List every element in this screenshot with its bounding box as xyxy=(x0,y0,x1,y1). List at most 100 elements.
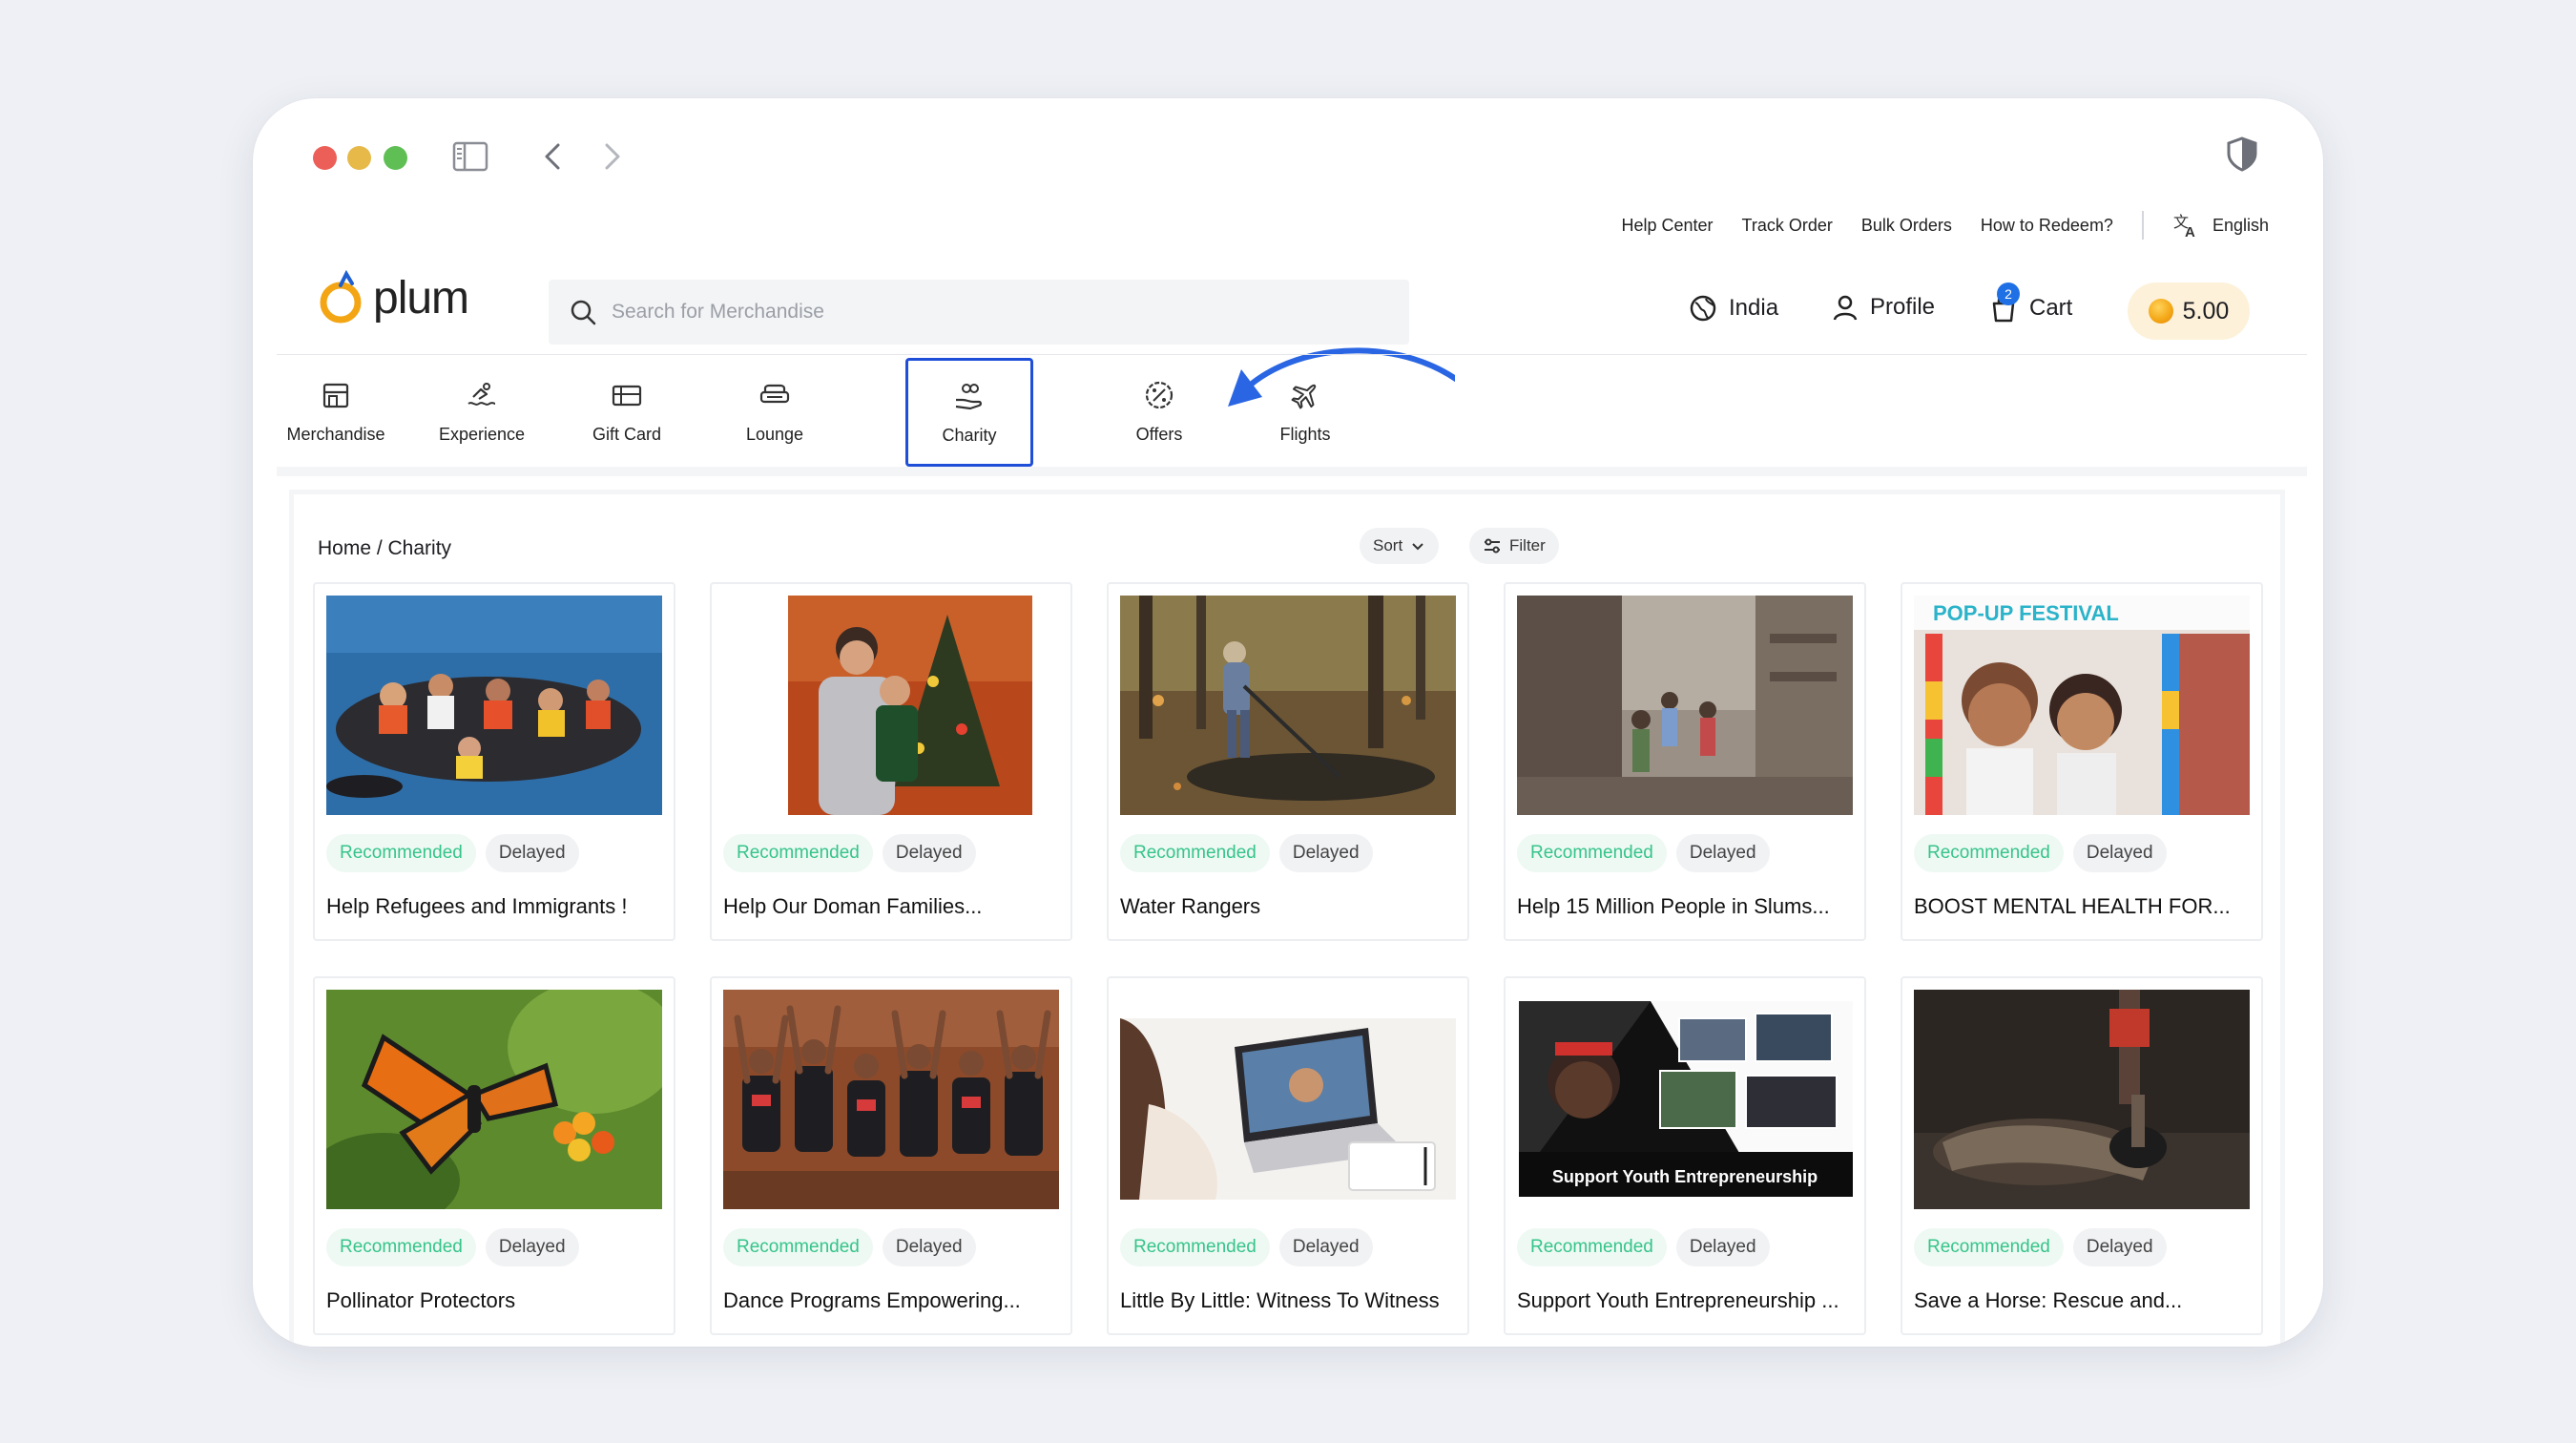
delayed-tag: Delayed xyxy=(485,834,579,872)
tag-group: Recommended Delayed xyxy=(1517,1228,1770,1266)
profile-label: Profile xyxy=(1870,294,1936,320)
tag-group: Recommended Delayed xyxy=(1914,1228,2167,1266)
collage-caption: Support Youth Entrepreneurship xyxy=(1552,1167,1818,1186)
tab-flights[interactable]: Flights xyxy=(1241,358,1369,465)
plane-icon xyxy=(1291,384,1317,408)
kids-dance-photo xyxy=(723,990,1059,1209)
product-title: Water Rangers xyxy=(1120,894,1261,918)
recommended-tag: Recommended xyxy=(723,1228,873,1266)
product-title: Dance Programs Empowering... xyxy=(723,1288,1021,1312)
product-card[interactable]: POP-UP FESTIVAL Recommended Delayed BOOS… xyxy=(1901,582,2263,941)
product-title: Save a Horse: Rescue and... xyxy=(1914,1288,2183,1312)
coin-amount: 5.00 xyxy=(2182,297,2230,324)
cart-icon-wrap: 2 xyxy=(1989,282,2020,323)
youth-entrepreneurship-collage: Support Youth Entrepreneurship xyxy=(1517,990,1853,1209)
gift-card-icon xyxy=(612,385,642,406)
product-card[interactable]: Recommended Delayed Save a Horse: Rescue… xyxy=(1901,976,2263,1335)
tab-label: Lounge xyxy=(745,424,804,444)
back-arrow-icon[interactable] xyxy=(534,137,572,176)
delayed-tag: Delayed xyxy=(2072,834,2167,872)
delayed-tag: Delayed xyxy=(485,1228,579,1266)
product-card[interactable]: Recommended Delayed Dance Programs Empow… xyxy=(710,976,1072,1335)
minimize-window-button[interactable] xyxy=(347,146,371,170)
plum-logo[interactable]: plum xyxy=(318,270,469,325)
country-label: India xyxy=(1729,295,1779,321)
top-links: Help Center Track Order Bulk Orders How … xyxy=(1621,211,2269,240)
product-card[interactable]: Recommended Delayed Pollinator Protector… xyxy=(313,976,675,1335)
tab-lounge[interactable]: Lounge xyxy=(711,358,839,465)
maximize-window-button[interactable] xyxy=(384,146,407,170)
product-panel: Home / Charity Sort Filter Recommended D… xyxy=(294,494,2280,1347)
logo-text: plum xyxy=(373,272,469,324)
product-card[interactable]: Recommended Delayed Help Our Doman Famil… xyxy=(710,582,1072,941)
chevron-down-icon xyxy=(1412,543,1423,551)
product-title: Little By Little: Witness To Witness xyxy=(1120,1288,1440,1312)
product-title: Help 15 Million People in Slums... xyxy=(1517,894,1830,918)
browser-window: Help Center Track Order Bulk Orders How … xyxy=(253,98,2323,1347)
delayed-tag: Delayed xyxy=(1278,834,1373,872)
tabs-divider xyxy=(277,467,2307,476)
delayed-tag: Delayed xyxy=(882,1228,976,1266)
close-window-button[interactable] xyxy=(313,146,337,170)
recommended-tag: Recommended xyxy=(1914,1228,2064,1266)
content-area: Home / Charity Sort Filter Recommended D… xyxy=(289,490,2285,1347)
laptop-call-photo xyxy=(1120,990,1456,1209)
festival-banner-text: POP-UP FESTIVAL xyxy=(1933,601,2119,625)
track-order-link[interactable]: Track Order xyxy=(1742,216,1833,236)
product-title: Help Our Doman Families... xyxy=(723,894,983,918)
svg-text:A: A xyxy=(2185,224,2195,240)
recommended-tag: Recommended xyxy=(326,834,476,872)
header-divider xyxy=(277,354,2307,355)
profile-button[interactable]: Profile xyxy=(1832,294,1935,321)
shield-icon[interactable] xyxy=(2223,135,2261,173)
filter-button[interactable]: Filter xyxy=(1469,528,1559,564)
delayed-tag: Delayed xyxy=(1278,1228,1373,1266)
delayed-tag: Delayed xyxy=(1675,834,1770,872)
filter-label: Filter xyxy=(1509,536,1546,554)
tab-label: Flights xyxy=(1279,424,1331,444)
recommended-tag: Recommended xyxy=(1120,834,1270,872)
cart-label: Cart xyxy=(2029,295,2073,321)
bulk-orders-link[interactable]: Bulk Orders xyxy=(1861,216,1952,236)
family-christmas-photo xyxy=(723,596,1059,815)
help-center-link[interactable]: Help Center xyxy=(1621,216,1713,236)
sofa-icon xyxy=(759,384,790,403)
breadcrumb: Home / Charity xyxy=(318,537,452,559)
cart-count-badge: 2 xyxy=(1997,282,2020,305)
recommended-tag: Recommended xyxy=(723,834,873,872)
tab-experience[interactable]: Experience xyxy=(418,358,546,465)
tab-merchandise[interactable]: Merchandise xyxy=(272,358,400,465)
product-card[interactable]: Recommended Delayed Water Rangers xyxy=(1107,582,1469,941)
slum-street-photo xyxy=(1517,596,1853,815)
sort-label: Sort xyxy=(1373,536,1403,554)
cart-button[interactable]: 2 Cart xyxy=(1989,282,2073,323)
language-label: English xyxy=(2212,215,2269,235)
coin-icon xyxy=(2148,299,2173,324)
charity-hand-icon xyxy=(955,383,982,409)
product-card[interactable]: Recommended Delayed Help 15 Million Peop… xyxy=(1504,582,1866,941)
logo-ring-icon xyxy=(320,270,362,324)
translate-icon: 文 A xyxy=(2173,213,2195,240)
tab-charity[interactable]: Charity xyxy=(905,358,1033,467)
coin-balance[interactable]: 5.00 xyxy=(2128,282,2250,340)
forward-arrow-icon[interactable] xyxy=(592,137,631,176)
search-icon xyxy=(571,300,596,325)
language-selector[interactable]: 文 A English xyxy=(2172,211,2269,240)
recommended-tag: Recommended xyxy=(1914,834,2064,872)
tab-label: Gift Card xyxy=(592,424,662,444)
tab-offers[interactable]: Offers xyxy=(1095,358,1223,465)
tab-label: Experience xyxy=(438,424,526,444)
swimmer-icon xyxy=(467,382,496,406)
tab-gift-card[interactable]: Gift Card xyxy=(563,358,691,465)
sort-button[interactable]: Sort xyxy=(1360,528,1440,564)
recommended-tag: Recommended xyxy=(1517,1228,1667,1266)
butterfly-flower-photo xyxy=(326,990,662,1209)
product-card[interactable]: Recommended Delayed Help Refugees and Im… xyxy=(313,582,675,941)
tab-label: Merchandise xyxy=(286,424,385,444)
country-selector[interactable]: India xyxy=(1689,294,1778,323)
product-card[interactable]: Support Youth Entrepreneurship Recommend… xyxy=(1504,976,1866,1335)
sidebar-toggle-icon[interactable] xyxy=(451,137,489,176)
product-card[interactable]: Recommended Delayed Little By Little: Wi… xyxy=(1107,976,1469,1335)
how-to-redeem-link[interactable]: How to Redeem? xyxy=(1981,216,2113,236)
tag-group: Recommended Delayed xyxy=(1517,834,1770,872)
